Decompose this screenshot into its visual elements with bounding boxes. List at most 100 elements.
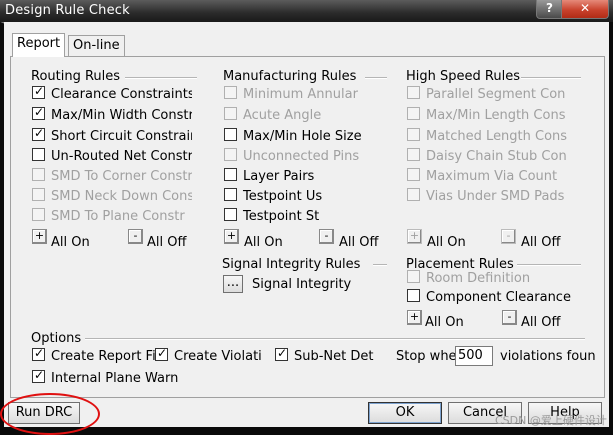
drc-dialog: Design Rule Check ? ✕ Report On-line Rou… (0, 0, 613, 435)
checkbox-box (32, 148, 45, 161)
routing-rules-divider (125, 77, 197, 79)
checkbox-box: ✓ (275, 348, 288, 361)
checkbox-label: Room Definition (426, 271, 531, 286)
checkbox-box (224, 208, 237, 221)
checkbox-label: Testpoint St (243, 209, 320, 224)
ok-button[interactable]: OK (368, 402, 442, 424)
checkbox-box: ✓ (32, 86, 45, 99)
manufacturing-rules-heading: Manufacturing Rules (223, 69, 357, 84)
checkbox-label: Short Circuit Constrain (51, 129, 192, 144)
checkbox-unconnected-pins[interactable]: Unconnected Pins (224, 148, 384, 166)
signal-integrity-heading: Signal Integrity Rules (222, 257, 361, 272)
checkbox-layer-pairs[interactable]: Layer Pairs (224, 168, 384, 186)
checkbox-box: ✓ (32, 370, 45, 383)
checkbox-testpoint-usage[interactable]: Testpoint Us (224, 188, 324, 206)
window-title: Design Rule Check (5, 3, 130, 18)
tab-report[interactable]: Report (12, 33, 66, 57)
checkbox-box (407, 148, 420, 161)
checkbox-label: Minimum Annular (243, 87, 358, 102)
checkbox-box (407, 86, 420, 99)
checkbox-label: Sub-Net Det (294, 349, 374, 364)
checkbox-internal-plane-warnings[interactable]: ✓ Internal Plane Warn (32, 370, 202, 388)
checkbox-box (224, 168, 237, 181)
stop-when-label: Stop whe (396, 349, 457, 364)
checkbox-label: Maximum Via Count (426, 169, 558, 184)
manufacturing-all-on-label: All On (244, 235, 283, 250)
checkbox-box (32, 188, 45, 201)
checkbox-smd-corner[interactable]: SMD To Corner Constr (32, 168, 192, 186)
highspeed-all-on-button[interactable]: + (407, 229, 422, 244)
checkbox-maxmin-hole-size[interactable]: Max/Min Hole Size (224, 128, 384, 146)
signal-integrity-button[interactable]: ... (223, 275, 243, 293)
checkbox-box (224, 107, 237, 120)
checkbox-clearance-constraints[interactable]: ✓ Clearance Constraints (32, 86, 192, 104)
checkbox-box: ✓ (32, 128, 45, 141)
checkbox-maxmin-width[interactable]: ✓ Max/Min Width Constr (32, 107, 192, 125)
placement-all-on-label: All On (425, 315, 464, 330)
checkbox-box (224, 188, 237, 201)
checkbox-label: SMD To Plane Constr (51, 209, 185, 224)
manufacturing-all-off-label: All Off (339, 235, 379, 250)
violations-found-label: violations foun (500, 349, 596, 364)
checkbox-room-definition[interactable]: Room Definition (407, 270, 567, 288)
high-speed-rules-divider (521, 77, 581, 79)
checkbox-box (407, 289, 420, 302)
checkbox-box (407, 168, 420, 181)
checkbox-matched-length[interactable]: Matched Length Cons (407, 128, 567, 146)
placement-rules-divider (517, 264, 581, 266)
checkbox-daisy-chain-stub[interactable]: Daisy Chain Stub Con (407, 148, 567, 166)
close-icon[interactable]: ✕ (561, 0, 609, 19)
checkbox-box (407, 188, 420, 201)
checkbox-box (224, 86, 237, 99)
checkbox-box (32, 168, 45, 181)
checkbox-maximum-via-count[interactable]: Maximum Via Count (407, 168, 567, 186)
checkbox-parallel-segment[interactable]: Parallel Segment Con (407, 86, 567, 104)
manufacturing-all-on-button[interactable]: + (224, 229, 239, 244)
signal-integrity-label: Signal Integrity (252, 277, 352, 292)
checkbox-testpoint-style[interactable]: Testpoint St (224, 208, 324, 226)
signal-integrity-divider (373, 264, 387, 266)
checkbox-box (407, 107, 420, 120)
checkbox-label: Unconnected Pins (243, 149, 360, 164)
checkbox-smd-plane[interactable]: SMD To Plane Constr (32, 208, 192, 226)
help-icon[interactable]: ? (536, 0, 563, 19)
checkbox-unrouted-net[interactable]: Un-Routed Net Constr (32, 148, 192, 166)
checkbox-component-clearance[interactable]: Component Clearance (407, 289, 577, 307)
checkbox-box: ✓ (155, 348, 168, 361)
checkbox-label: Max/Min Hole Size (243, 129, 362, 144)
checkbox-minimum-annular[interactable]: Minimum Annular (224, 86, 384, 104)
checkbox-maxmin-length[interactable]: Max/Min Length Cons (407, 107, 567, 125)
checkbox-label: Matched Length Cons (426, 129, 567, 144)
checkbox-box: ✓ (32, 107, 45, 120)
options-heading: Options (31, 331, 82, 346)
high-speed-rules-heading: High Speed Rules (406, 69, 520, 84)
checkbox-smd-neck-down[interactable]: SMD Neck Down Cons (32, 188, 192, 206)
placement-all-off-button[interactable]: - (502, 310, 517, 325)
manufacturing-all-off-button[interactable]: - (319, 229, 334, 244)
checkbox-create-report-file[interactable]: ✓ Create Report Fi (32, 348, 158, 366)
checkbox-label: Layer Pairs (243, 169, 315, 184)
checkbox-label: Acute Angle (243, 108, 322, 123)
routing-all-on-label: All On (51, 235, 90, 250)
highspeed-all-off-button[interactable]: - (501, 229, 516, 244)
routing-all-off-button[interactable]: - (128, 229, 143, 244)
checkbox-acute-angle[interactable]: Acute Angle (224, 107, 384, 125)
checkbox-label: Clearance Constraints (51, 87, 192, 102)
stop-violation-count-input[interactable]: 500 (455, 346, 493, 366)
checkbox-create-violations[interactable]: ✓ Create Violati (155, 348, 265, 366)
tab-online[interactable]: On-line (68, 35, 125, 57)
checkbox-vias-under-smd[interactable]: Vias Under SMD Pads (407, 188, 577, 206)
manufacturing-rules-divider (365, 77, 387, 79)
checkbox-subnet-details[interactable]: ✓ Sub-Net Det (275, 348, 385, 366)
routing-rules-heading: Routing Rules (31, 69, 121, 84)
checkbox-label: Max/Min Width Constr (51, 108, 192, 123)
routing-all-off-label: All Off (147, 235, 187, 250)
routing-all-on-button[interactable]: + (32, 229, 47, 244)
checkbox-box (224, 148, 237, 161)
checkbox-short-circuit[interactable]: ✓ Short Circuit Constrain (32, 128, 192, 146)
placement-all-on-button[interactable]: + (407, 310, 422, 325)
dialog-client: Report On-line Routing Rules ✓ Clearance … (4, 22, 609, 427)
checkbox-label: SMD To Corner Constr (51, 169, 192, 184)
checkbox-box (32, 208, 45, 221)
checkbox-label: Internal Plane Warn (51, 371, 179, 386)
